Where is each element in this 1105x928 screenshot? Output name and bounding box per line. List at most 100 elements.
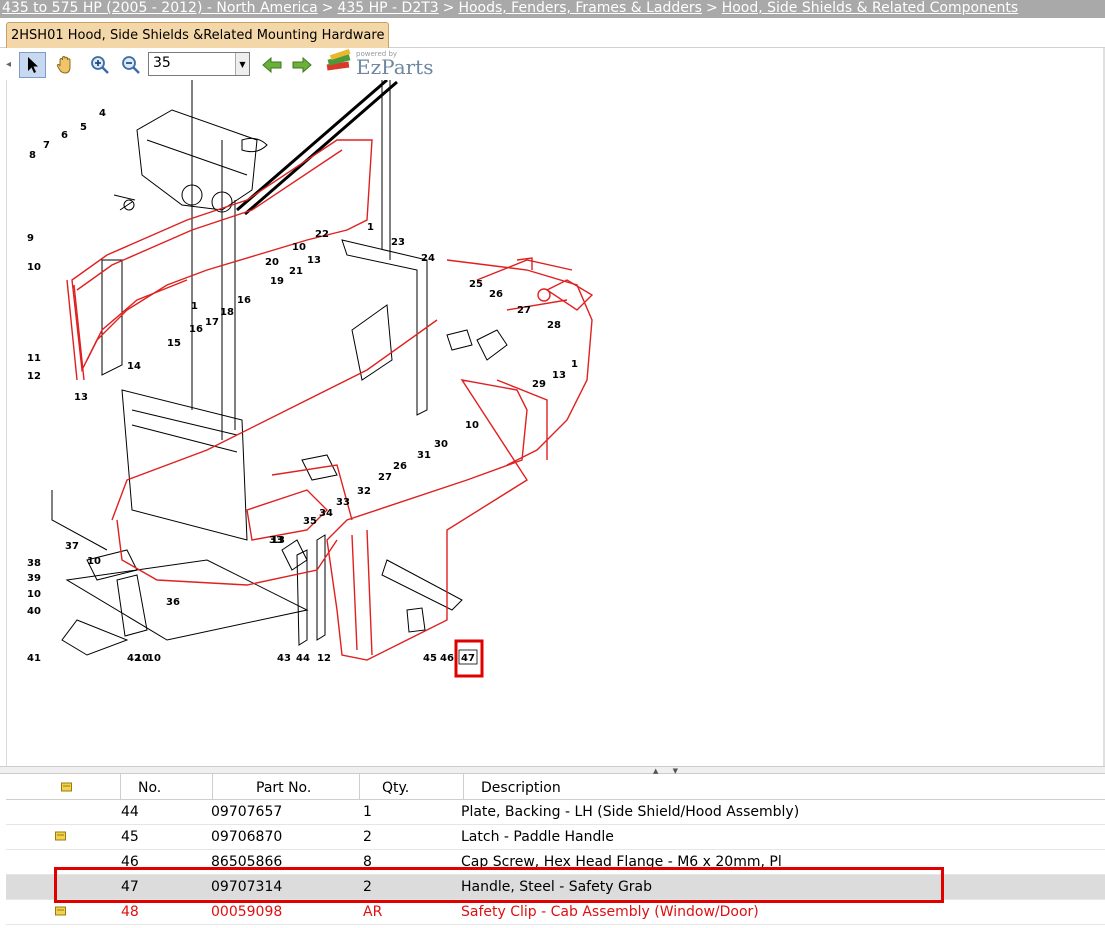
callout-label[interactable]: 36 <box>166 597 180 608</box>
column-header-qty[interactable]: Qty. <box>359 774 463 800</box>
diagram-canvas[interactable]: 1 1 1 4 5 6 7 8 9 10 10 10 10 10 10 10 1… <box>7 80 1105 766</box>
callout-label[interactable]: 29 <box>532 379 546 390</box>
callout-label[interactable]: 5 <box>80 122 87 133</box>
callout-label[interactable]: 10 <box>27 262 41 273</box>
callout-label[interactable]: 24 <box>421 253 435 264</box>
callout-label[interactable]: 16 <box>237 295 251 306</box>
callout-label[interactable]: 17 <box>205 317 219 328</box>
callout-label[interactable]: 13 <box>74 392 88 403</box>
callout-label[interactable]: 43 <box>277 653 291 664</box>
parts-catalog-window: 435 to 575 HP (2005 - 2012) - North Amer… <box>0 0 1105 928</box>
callout-label[interactable]: 15 <box>167 338 181 349</box>
selected-row-highlight <box>54 867 944 903</box>
zoom-out-icon[interactable] <box>117 52 144 78</box>
breadcrumb-item-category[interactable]: Hoods, Fenders, Frames & Ladders <box>458 0 702 16</box>
callout-label[interactable]: 11 <box>27 353 41 364</box>
callout-label[interactable]: 38 <box>27 558 41 569</box>
note-icon[interactable] <box>55 831 66 842</box>
callout-label[interactable]: 46 <box>440 653 454 664</box>
callout-label[interactable]: 42 <box>127 653 141 664</box>
column-header-note[interactable] <box>6 774 120 800</box>
exploded-parts-diagram[interactable]: 1 1 1 4 5 6 7 8 9 10 10 10 10 10 10 10 1… <box>6 80 1105 766</box>
callout-label[interactable]: 34 <box>319 508 333 519</box>
callout-label[interactable]: 6 <box>61 130 68 141</box>
callout-label[interactable]: 16 <box>189 324 203 335</box>
arrow-right-icon[interactable] <box>288 52 315 78</box>
callout-label[interactable]: 32 <box>357 486 371 497</box>
callout-label[interactable]: 13 <box>552 370 566 381</box>
callout-label[interactable]: 10 <box>27 589 41 600</box>
callout-label[interactable]: 9 <box>27 233 34 244</box>
tab-diagram[interactable]: 2HSH01 Hood, Side Shields &Related Mount… <box>6 22 390 48</box>
breadcrumb-item-model[interactable]: 435 HP - D2T3 <box>337 0 438 16</box>
breadcrumb-item-model-range[interactable]: 435 to 575 HP (2005 - 2012) - North Amer… <box>2 0 318 16</box>
callout-label[interactable]: 33 <box>336 497 350 508</box>
callout-label[interactable]: 40 <box>27 606 41 617</box>
zoom-level-value: 35 <box>153 55 171 71</box>
callout-label[interactable]: 10 <box>147 653 161 664</box>
callout-label[interactable]: 26 <box>393 461 407 472</box>
callout-label[interactable]: 18 <box>220 307 234 318</box>
callout-label[interactable]: 21 <box>289 266 303 277</box>
breadcrumb: 435 to 575 HP (2005 - 2012) - North Amer… <box>0 0 1105 18</box>
chevron-down-icon[interactable]: ▼ <box>235 53 249 75</box>
callout-label[interactable]: 25 <box>469 279 483 290</box>
cell-description: Latch - Paddle Handle <box>461 829 614 845</box>
table-row[interactable]: 48 00059098 AR Safety Clip - Cab Assembl… <box>6 900 1105 925</box>
callout-label[interactable]: 10 <box>465 420 479 431</box>
callout-label[interactable]: 1 <box>367 222 374 233</box>
table-row[interactable]: 44 09707657 1 Plate, Backing - LH (Side … <box>6 800 1105 825</box>
brand-name: EzParts <box>356 55 434 79</box>
callout-label[interactable]: 44 <box>296 653 310 664</box>
pane-splitter[interactable]: ▲ ▼ <box>0 766 1105 775</box>
callout-label[interactable]: 10 <box>87 556 101 567</box>
callout-label[interactable]: 7 <box>43 140 50 151</box>
cell-part-no: 09706870 <box>211 829 283 845</box>
callout-label[interactable]: 27 <box>517 305 531 316</box>
callout-label[interactable]: 10 <box>292 242 306 253</box>
callout-label[interactable]: 1 <box>571 359 578 370</box>
pointer-icon[interactable] <box>19 52 46 78</box>
callout-label[interactable]: 1 <box>191 301 198 312</box>
callout-label[interactable]: 37 <box>65 541 79 552</box>
column-header-part-no[interactable]: Part No. <box>212 774 359 800</box>
note-icon[interactable] <box>55 906 66 917</box>
cell-part-no: 09707657 <box>211 804 283 820</box>
callout-label[interactable]: 22 <box>315 229 329 240</box>
callout-label[interactable]: 12 <box>27 371 41 382</box>
cell-description: Plate, Backing - LH (Side Shield/Hood As… <box>461 804 800 820</box>
hand-pan-icon[interactable] <box>51 52 78 78</box>
callout-label[interactable]: 12 <box>317 653 331 664</box>
table-row[interactable]: 45 09706870 2 Latch - Paddle Handle <box>6 825 1105 850</box>
callout-label[interactable]: 41 <box>27 653 41 664</box>
toolbar-scroll-left-icon[interactable]: ◂ <box>6 53 14 77</box>
parts-list-table: No. Part No. Qty. Description 44 0970765… <box>6 774 1105 928</box>
callout-label[interactable]: 35 <box>303 516 317 527</box>
arrow-left-icon[interactable] <box>258 52 285 78</box>
zoom-in-icon[interactable] <box>86 52 113 78</box>
callout-label[interactable]: 23 <box>391 237 405 248</box>
callout-label[interactable]: 28 <box>547 320 561 331</box>
column-header-no[interactable]: No. <box>120 774 212 800</box>
cell-no: 44 <box>121 804 139 820</box>
breadcrumb-item-section[interactable]: Hood, Side Shields & Related Components <box>722 0 1019 16</box>
callout-label-selected[interactable]: 47 <box>461 653 475 664</box>
callout-label[interactable]: 31 <box>417 450 431 461</box>
callout-label[interactable]: 14 <box>127 361 141 372</box>
callout-label[interactable]: 19 <box>270 276 284 287</box>
callout-label[interactable]: 13 <box>307 255 321 266</box>
callout-label[interactable]: 20 <box>265 257 279 268</box>
callout-label[interactable]: 4 <box>99 108 106 119</box>
cell-qty: 2 <box>363 829 372 845</box>
callout-label[interactable]: 45 <box>423 653 437 664</box>
breadcrumb-separator: > <box>321 0 334 16</box>
callout-label[interactable]: 30 <box>434 439 448 450</box>
callout-label[interactable]: 27 <box>378 472 392 483</box>
callout-label[interactable]: 39 <box>27 573 41 584</box>
callout-label[interactable]: 8 <box>29 150 36 161</box>
callout-label[interactable]: 26 <box>489 289 503 300</box>
callout-label[interactable]: 33 <box>269 535 283 546</box>
zoom-level-select[interactable]: 35 ▼ <box>148 52 250 76</box>
column-header-description[interactable]: Description <box>463 774 1105 800</box>
note-icon <box>61 782 72 792</box>
